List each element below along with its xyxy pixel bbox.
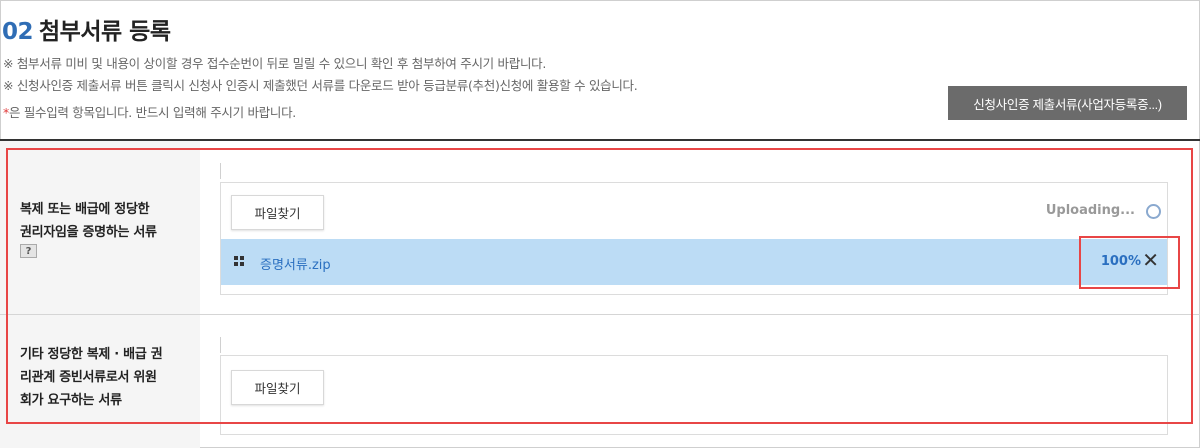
notice-line-2: ※ 신청사인증 제출서류 버튼 클릭시 신청사 인증시 제출했던 서류를 다운로… (3, 78, 638, 93)
highlight-box-progress (1079, 236, 1180, 289)
section-title: 02 첨부서류 등록 (2, 12, 171, 46)
section-number: 02 (2, 19, 34, 45)
cert-docs-button[interactable]: 신청사인증 제출서류(사업자등록증...) (948, 86, 1187, 120)
highlight-box-upload-area (6, 148, 1193, 424)
required-notice-text: 은 필수입력 항목입니다. 반드시 입력해 주시기 바랍니다. (8, 105, 296, 120)
required-notice: *은 필수입력 항목입니다. 반드시 입력해 주시기 바랍니다. (3, 102, 296, 121)
section-title-text: 첨부서류 등록 (39, 19, 171, 45)
notice-line-1: ※ 첨부서류 미비 및 내용이 상이할 경우 접수순번이 뒤로 밀릴 수 있으니… (3, 56, 547, 71)
